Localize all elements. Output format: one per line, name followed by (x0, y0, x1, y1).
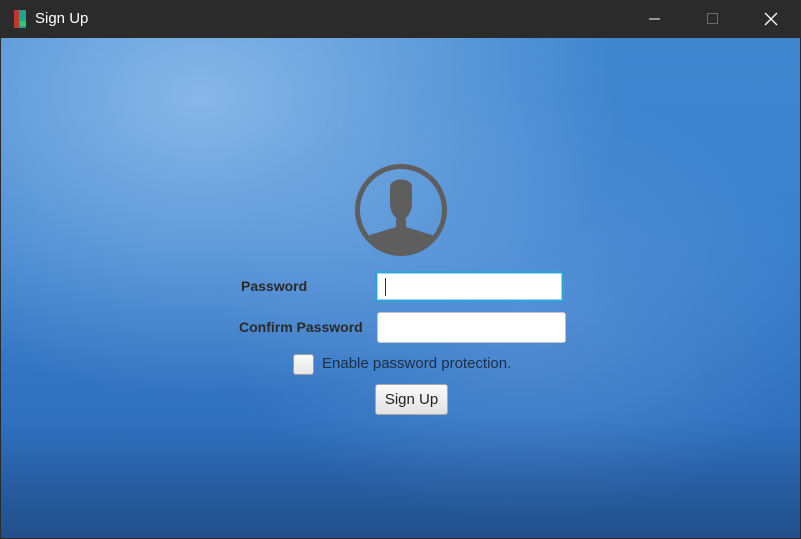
text-caret (385, 278, 386, 296)
close-button[interactable] (742, 0, 800, 38)
confirm-password-input[interactable] (377, 312, 566, 343)
password-protection-label[interactable]: Enable password protection. (322, 355, 511, 372)
maximize-button[interactable] (684, 0, 742, 38)
confirm-password-label: Confirm Password (239, 319, 363, 335)
signup-window: Sign Up Password Confirm Password Enable… (0, 0, 801, 539)
user-avatar-icon (355, 164, 447, 256)
title-bar[interactable]: Sign Up (0, 0, 801, 38)
app-icon (14, 10, 26, 28)
maximize-icon (707, 13, 718, 24)
sign-up-button[interactable]: Sign Up (375, 384, 448, 415)
minimize-button[interactable] (626, 0, 684, 38)
minimize-icon (649, 18, 660, 20)
password-label: Password (241, 278, 308, 294)
window-title: Sign Up (35, 10, 89, 27)
close-icon (764, 12, 778, 26)
password-input[interactable] (375, 271, 564, 302)
password-protection-checkbox[interactable] (293, 354, 314, 375)
form-area: Password Confirm Password Enable passwor… (0, 38, 801, 539)
